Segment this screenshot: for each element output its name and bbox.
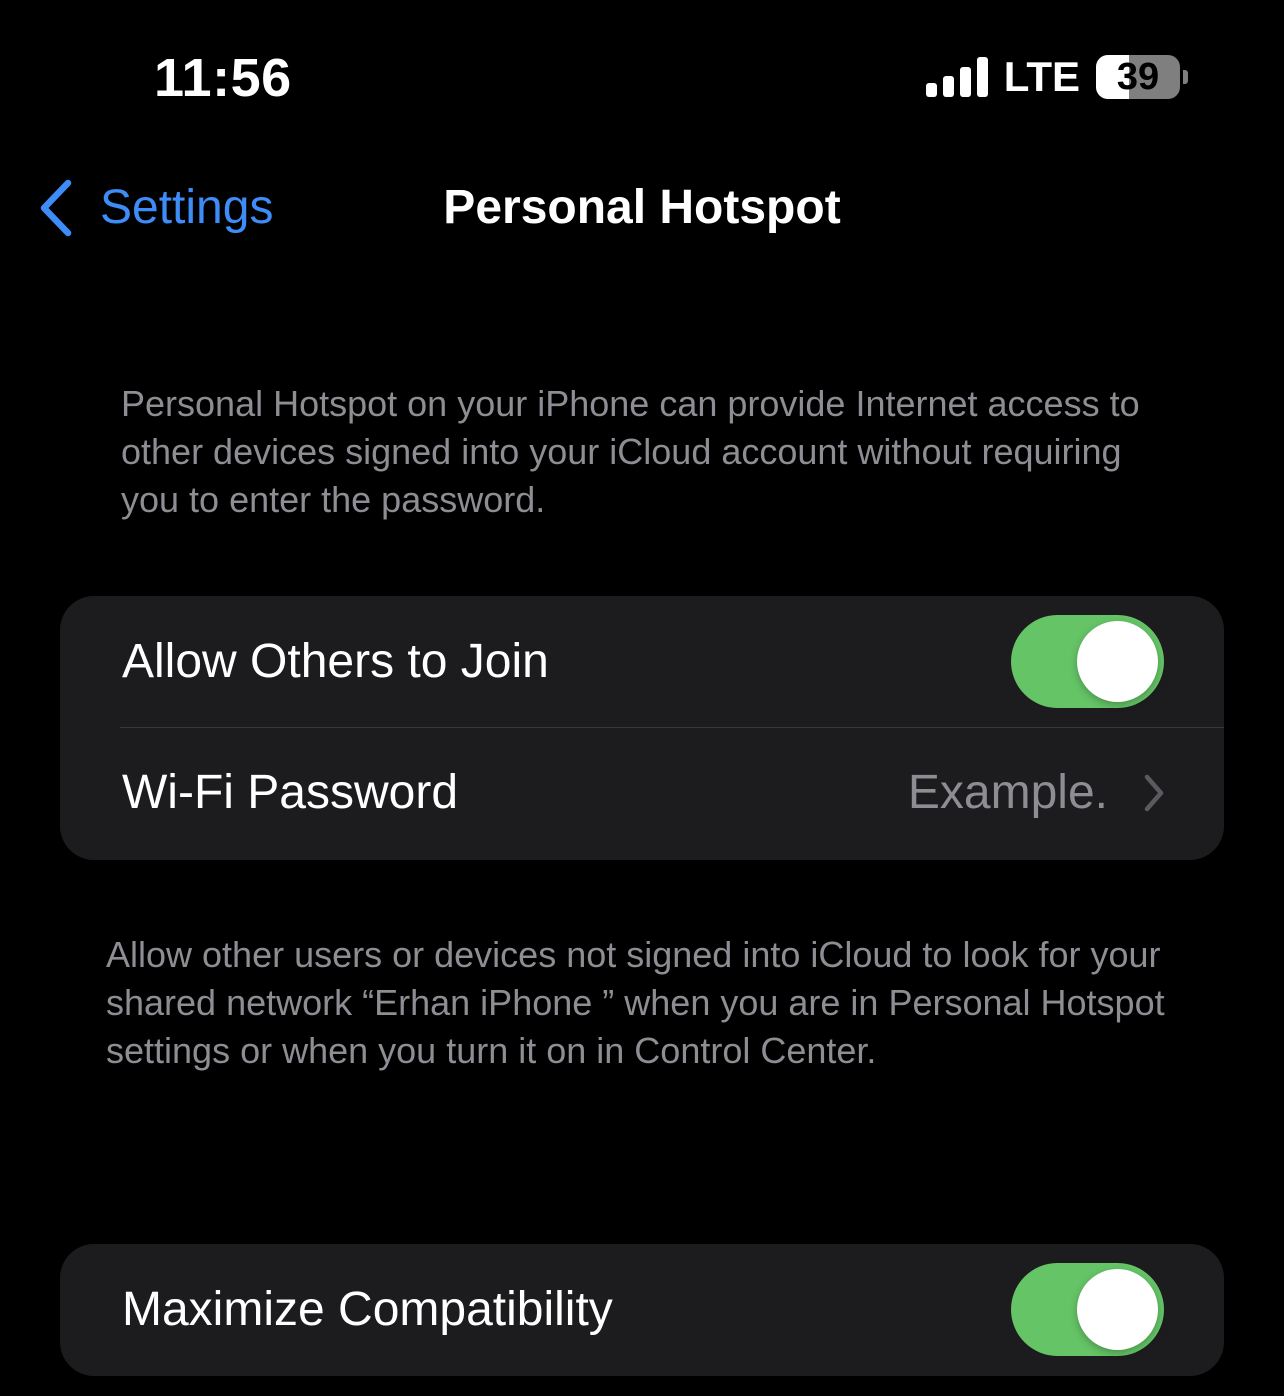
compatibility-group: Maximize Compatibility [60, 1244, 1224, 1376]
toggle-knob [1077, 1269, 1158, 1350]
maximize-compatibility-toggle[interactable] [1011, 1263, 1164, 1356]
wifi-password-row[interactable]: Wi-Fi Password Example. [60, 727, 1224, 858]
wifi-password-value: Example. [907, 765, 1108, 819]
hotspot-description: Personal Hotspot on your iPhone can prov… [121, 383, 1140, 520]
allow-others-footer: Allow other users or devices not signed … [106, 934, 1165, 1071]
battery-icon: 39 [1096, 55, 1188, 99]
allow-others-label: Allow Others to Join [122, 634, 549, 688]
toggle-knob [1077, 621, 1158, 702]
hotspot-settings-group: Allow Others to Join Wi-Fi Password Exam… [60, 596, 1224, 860]
allow-others-toggle[interactable] [1011, 615, 1164, 708]
allow-others-row: Allow Others to Join [60, 596, 1224, 727]
status-indicators: LTE 39 [925, 50, 1188, 104]
status-time: 11:56 [154, 48, 292, 108]
page-title: Personal Hotspot [443, 181, 841, 234]
wifi-password-label: Wi-Fi Password [122, 765, 459, 819]
network-type-label: LTE [1003, 53, 1080, 100]
maximize-compatibility-label: Maximize Compatibility [122, 1282, 613, 1336]
maximize-compatibility-row: Maximize Compatibility [60, 1244, 1224, 1375]
cellular-signal-icon [925, 57, 988, 97]
battery-percentage: 39 [1116, 56, 1160, 98]
chevron-right-icon [1144, 774, 1164, 811]
